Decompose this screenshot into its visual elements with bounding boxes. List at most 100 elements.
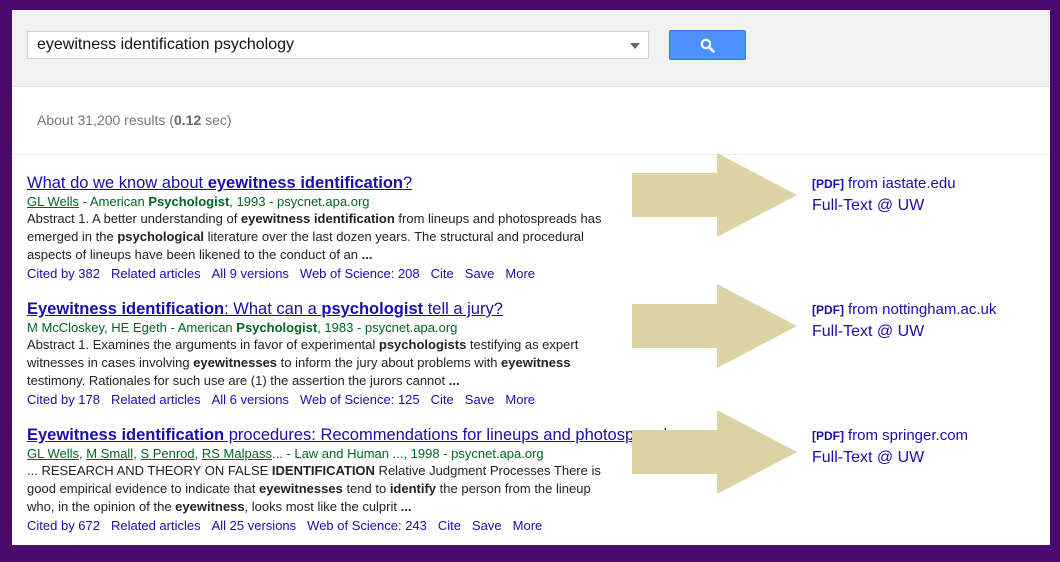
pdf-tag: [PDF]: [812, 429, 844, 443]
pdf-link[interactable]: [PDF] from springer.com: [812, 425, 968, 447]
pdf-link[interactable]: [PDF] from iastate.edu: [812, 173, 956, 195]
search-button[interactable]: [669, 30, 746, 60]
result-action-link[interactable]: Related articles: [111, 266, 201, 281]
result-action-link[interactable]: Cited by 382: [27, 266, 100, 281]
fulltext-link[interactable]: Full-Text @ UW: [812, 447, 968, 469]
result-action-link[interactable]: Web of Science: 208: [300, 266, 420, 281]
result-action-link[interactable]: Cited by 178: [27, 392, 100, 407]
author-link[interactable]: GL Wells: [27, 194, 79, 209]
results-stats: About 31,200 results (0.12 sec): [37, 112, 232, 128]
snippet-highlight: eyewitnesses: [258, 481, 343, 496]
result-action-link[interactable]: All 9 versions: [212, 266, 289, 281]
pdf-source: from iastate.edu: [848, 175, 956, 192]
result-action-link[interactable]: Cited by 672: [27, 518, 100, 533]
result-title-link[interactable]: What do we know about eyewitness identif…: [27, 173, 727, 193]
result-action-link[interactable]: Cite: [431, 392, 454, 407]
snippet-highlight: ...: [400, 499, 412, 514]
result-action-link[interactable]: Related articles: [111, 392, 201, 407]
stats-time: 0.12: [173, 112, 202, 128]
snippet-highlight: eyewitnesses: [193, 355, 278, 370]
result-action-link[interactable]: Related articles: [111, 518, 201, 533]
arrow-right-icon: [632, 284, 797, 368]
result-snippet: Abstract 1. A better understanding of ey…: [27, 210, 612, 264]
result-item: What do we know about eyewitness identif…: [27, 173, 727, 283]
result-links: Cited by 178 Related articles All 6 versio…: [27, 391, 727, 409]
divider: [12, 154, 1050, 155]
fulltext-panel: [PDF] from springer.com Full-Text @ UW: [812, 425, 968, 469]
result-action-link[interactable]: All 6 versions: [212, 392, 289, 407]
author-link[interactable]: M Small: [86, 446, 133, 461]
snippet-highlight: eyewitness identification: [240, 211, 395, 226]
meta-text: Psychologist: [148, 194, 230, 209]
result-action-link[interactable]: Web of Science: 125: [300, 392, 420, 407]
snippet-highlight: psychological: [117, 229, 205, 244]
meta-text: , 1983 - psycnet.apa.org: [317, 320, 458, 335]
snippet-text: Abstract 1. Examines the arguments in fa…: [27, 337, 379, 352]
author-link[interactable]: RS Malpass: [202, 446, 272, 461]
search-input[interactable]: [28, 32, 618, 58]
result-action-link[interactable]: More: [505, 266, 535, 281]
pdf-source: from nottingham.ac.uk: [848, 301, 997, 318]
pdf-link[interactable]: [PDF] from nottingham.ac.uk: [812, 299, 996, 321]
result-item: Eyewitness identification: What can a ps…: [27, 299, 727, 409]
snippet-text: ... RESEARCH AND THEORY ON FALSE: [27, 463, 272, 478]
dropdown-arrow-icon[interactable]: [630, 43, 640, 49]
result-meta: GL Wells, M Small, S Penrod, RS Malpass.…: [27, 445, 727, 462]
meta-text: ,: [194, 446, 202, 461]
search-box[interactable]: [27, 31, 649, 59]
fulltext-link[interactable]: Full-Text @ UW: [812, 321, 996, 343]
search-header: [12, 10, 1050, 87]
snippet-text: Abstract 1. A better understanding of: [27, 211, 241, 226]
result-item: Eyewitness identification procedures: Re…: [27, 425, 727, 535]
stats-prefix: About 31,200 results (: [37, 112, 174, 128]
result-snippet: ... RESEARCH AND THEORY ON FALSE IDENTIF…: [27, 462, 612, 516]
arrow-right-icon: [632, 410, 797, 494]
snippet-text: testimony. Rationales for such use are (…: [27, 373, 449, 388]
result-action-link[interactable]: Save: [465, 392, 495, 407]
result-action-link[interactable]: Web of Science: 243: [307, 518, 427, 533]
fulltext-link[interactable]: Full-Text @ UW: [812, 195, 956, 217]
author-link[interactable]: S Penrod: [140, 446, 194, 461]
title-text: What do we know about: [27, 174, 208, 192]
result-action-link[interactable]: All 25 versions: [212, 518, 297, 533]
result-links: Cited by 382 Related articles All 9 versio…: [27, 265, 727, 283]
title-text: tell a jury?: [423, 300, 503, 318]
meta-text: Psychologist: [236, 320, 318, 335]
meta-text: - American: [79, 194, 149, 209]
snippet-text: tend to: [342, 481, 390, 496]
result-action-link[interactable]: Cite: [438, 518, 461, 533]
page-frame: About 31,200 results (0.12 sec) What do …: [12, 10, 1050, 545]
author-link[interactable]: GL Wells: [27, 446, 79, 461]
result-title-link[interactable]: Eyewitness identification procedures: Re…: [27, 425, 727, 445]
snippet-highlight: IDENTIFICATION: [271, 463, 375, 478]
result-action-link[interactable]: Cite: [431, 266, 454, 281]
snippet-highlight: identify: [389, 481, 437, 496]
arrow-right-icon: [632, 153, 797, 237]
snippet-highlight: ...: [448, 373, 460, 388]
meta-text: M McCloskey, HE Egeth: [27, 320, 167, 335]
result-meta: GL Wells - American Psychologist, 1993 -…: [27, 193, 727, 210]
result-action-link[interactable]: More: [513, 518, 543, 533]
result-action-link[interactable]: Save: [465, 266, 495, 281]
title-highlight: eyewitness identification: [207, 174, 403, 192]
snippet-text: , looks most like the culprit: [244, 499, 401, 514]
snippet-highlight: ...: [361, 247, 373, 262]
result-action-link[interactable]: Save: [472, 518, 502, 533]
result-title-link[interactable]: Eyewitness identification: What can a ps…: [27, 299, 727, 319]
snippet-highlight: eyewitness: [501, 355, 571, 370]
result-meta: M McCloskey, HE Egeth - American Psychol…: [27, 319, 727, 336]
meta-text: ... - Law and Human ..., 1998 - psycnet.…: [271, 446, 544, 461]
result-action-link[interactable]: More: [505, 392, 535, 407]
title-text: procedures: Recommendations for lineups …: [224, 426, 676, 444]
snippet-text: to inform the jury about problems with: [277, 355, 502, 370]
title-highlight: Eyewitness identification: [27, 300, 225, 318]
title-highlight: psychologist: [321, 300, 424, 318]
search-icon: [700, 38, 715, 53]
snippet-highlight: eyewitness: [175, 499, 245, 514]
snippet-highlight: psychologists: [378, 337, 467, 352]
fulltext-panel: [PDF] from nottingham.ac.uk Full-Text @ U…: [812, 299, 996, 343]
pdf-tag: [PDF]: [812, 177, 844, 191]
title-highlight: Eyewitness identification: [27, 426, 225, 444]
meta-text: - American: [166, 320, 237, 335]
pdf-tag: [PDF]: [812, 303, 844, 317]
